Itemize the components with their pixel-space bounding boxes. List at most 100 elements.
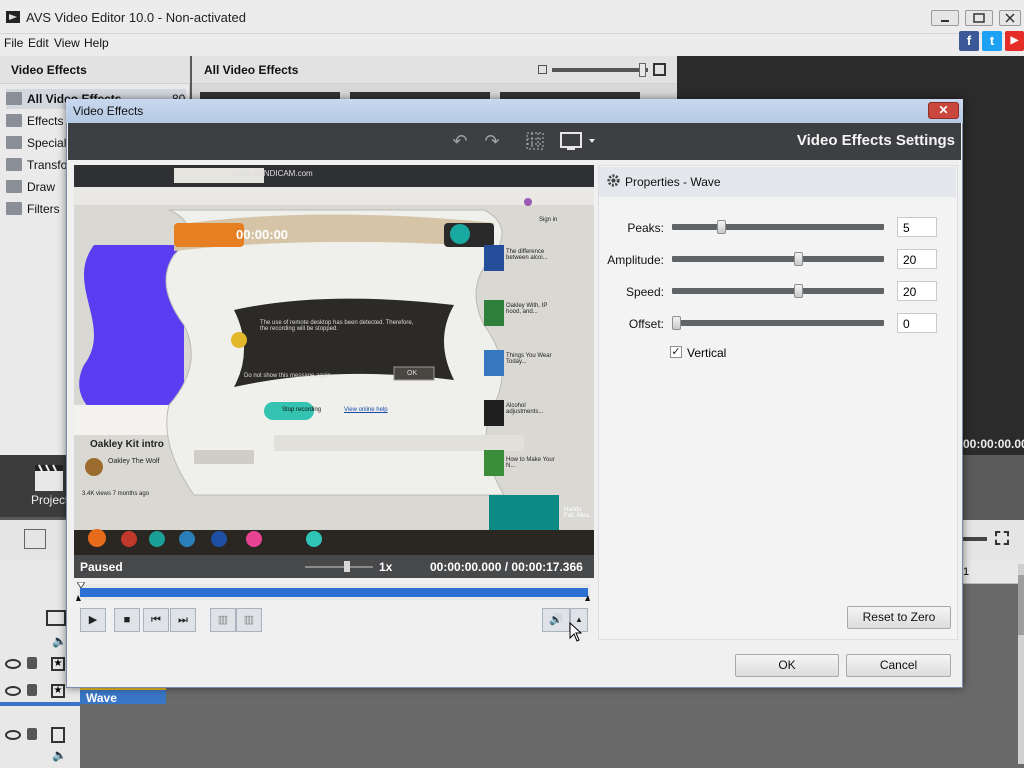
video-title: Oakley Kit intro (90, 439, 164, 450)
dialog-title-bar (66, 99, 963, 123)
youtube-icon[interactable]: ▶ (1005, 31, 1024, 51)
twitter-icon[interactable]: t (982, 31, 1002, 51)
playback-status: Paused (80, 560, 123, 574)
thumbnail-size-slider[interactable] (552, 68, 648, 72)
settings-title: Video Effects Settings (796, 132, 955, 149)
effect-track-icon: ★ (51, 684, 65, 698)
recommended-video: Hands Fall. Mea... (564, 507, 594, 519)
preview-mode-dropdown[interactable] (558, 130, 600, 152)
large-thumb-icon[interactable] (653, 63, 666, 76)
peaks-slider-thumb[interactable] (716, 220, 726, 234)
speed-value-field[interactable]: 20 (897, 281, 937, 301)
offset-slider-thumb[interactable] (672, 316, 681, 330)
folder-icon (6, 136, 22, 149)
recommended-video: The difference between alcoi... (506, 249, 548, 261)
maximize-button[interactable] (965, 10, 993, 26)
menu-file[interactable]: File (4, 36, 23, 50)
zoom-slider[interactable] (963, 537, 987, 541)
small-thumb-icon[interactable] (538, 65, 547, 74)
speed-slider[interactable] (305, 566, 373, 568)
folder-icon (6, 92, 22, 105)
project-label: Project (31, 493, 69, 507)
bandicam-watermark: www.BANDICAM.com (234, 169, 313, 178)
offset-slider[interactable] (672, 320, 884, 326)
effects-list-title: All Video Effects (204, 63, 299, 77)
menu-view[interactable]: View (54, 36, 80, 50)
storyboard-icon[interactable] (24, 529, 46, 549)
wave-effect-clip[interactable]: Wave (80, 688, 166, 705)
timeline-scrollbar-thumb[interactable] (1018, 575, 1024, 635)
recommended-video: Things You Wear Today... (506, 353, 552, 365)
speed-slider-thumb[interactable] (344, 561, 350, 572)
popup-checkbox-text: Do not show this message again (244, 373, 331, 379)
reset-to-zero-button[interactable]: Reset to Zero (847, 606, 951, 629)
amplitude-slider[interactable] (672, 256, 884, 262)
eye-icon[interactable] (5, 659, 21, 669)
lock-icon[interactable] (27, 684, 37, 696)
current-time: 00:00:00.000 (430, 560, 502, 574)
lock-icon[interactable] (27, 657, 37, 669)
speed-slider[interactable] (672, 288, 884, 294)
main-preview-time: 00:00:00.000 (963, 437, 1024, 451)
play-button[interactable]: ▶ (80, 608, 106, 632)
stop-recording-button: Stop recording (282, 407, 322, 413)
speed-slider-thumb[interactable] (793, 284, 803, 298)
audio-track-speaker-icon[interactable]: 🔈 (52, 748, 67, 762)
folder-icon (6, 158, 22, 171)
mark-out-button[interactable]: ▥ (236, 608, 262, 632)
speed-label: Speed: (625, 285, 664, 299)
next-frame-button[interactable]: ⏭ (170, 608, 196, 632)
folder-icon (6, 180, 22, 193)
dialog-close-button[interactable]: ✕ (928, 102, 959, 119)
minimize-button[interactable] (931, 10, 959, 26)
app-logo-icon (5, 9, 21, 25)
vertical-label: Vertical (687, 346, 727, 360)
effect-track-icon: ★ (51, 657, 65, 671)
recommended-video: Oakley With, IP hood, and... (506, 303, 548, 315)
project-tab[interactable]: Project (0, 455, 70, 517)
cancel-button[interactable]: Cancel (846, 654, 951, 677)
seek-start-marker[interactable] (77, 582, 85, 588)
amplitude-slider-thumb[interactable] (793, 252, 803, 266)
dialog-title: Video Effects (73, 104, 144, 118)
close-window-button[interactable] (999, 10, 1021, 26)
mark-in-button[interactable]: ▥ (210, 608, 236, 632)
window-title: AVS Video Editor 10.0 - Non-activated (26, 10, 246, 25)
effect-preview: www.BANDICAM.com 00:00:00 The use of rem… (74, 165, 594, 555)
thumbnail-size-slider-thumb[interactable] (639, 63, 646, 77)
grid-icon[interactable] (523, 130, 547, 152)
recorder-time: 00:00:00 (236, 227, 289, 242)
peaks-value-field[interactable]: 5 (897, 217, 937, 237)
ok-button[interactable]: OK (735, 654, 839, 677)
popup-ok-button: OK (407, 370, 418, 377)
facebook-icon[interactable]: f (959, 31, 979, 51)
playback-speed: 1x (379, 560, 393, 574)
volume-icon[interactable]: 🔊 (542, 608, 570, 632)
offset-label: Offset: (628, 317, 664, 331)
video-views: 3.4K views 7 months ago (82, 491, 150, 497)
video-track-icon (46, 610, 66, 626)
folder-icon (6, 114, 22, 127)
seek-right-marker (585, 595, 590, 601)
vertical-checkbox[interactable]: ✓ (670, 346, 682, 358)
eye-icon[interactable] (5, 686, 21, 696)
fit-timeline-icon[interactable] (995, 531, 1009, 545)
menu-edit[interactable]: Edit (28, 36, 49, 50)
lock-icon[interactable] (27, 728, 37, 740)
undo-icon[interactable]: ↶ (448, 130, 472, 152)
eye-icon[interactable] (5, 730, 21, 740)
stop-button[interactable]: ■ (114, 608, 140, 632)
playback-time: 00:00:00.000 / 00:00:17.366 (430, 560, 583, 574)
peaks-label: Peaks: (627, 221, 664, 235)
previous-frame-button[interactable]: ⏮ (143, 608, 169, 632)
amplitude-value-field[interactable]: 20 (897, 249, 937, 269)
text-track-icon (51, 727, 65, 743)
menu-help[interactable]: Help (84, 36, 109, 50)
peaks-slider[interactable] (672, 224, 884, 230)
gear-icon (606, 173, 621, 188)
offset-value-field[interactable]: 0 (897, 313, 937, 333)
audio-track-speaker-icon[interactable]: 🔈 (52, 634, 67, 648)
recommended-video: Alcohol adjustments... (506, 403, 544, 415)
redo-icon[interactable]: ↷ (480, 130, 504, 152)
online-help-link: View online help (344, 407, 388, 413)
